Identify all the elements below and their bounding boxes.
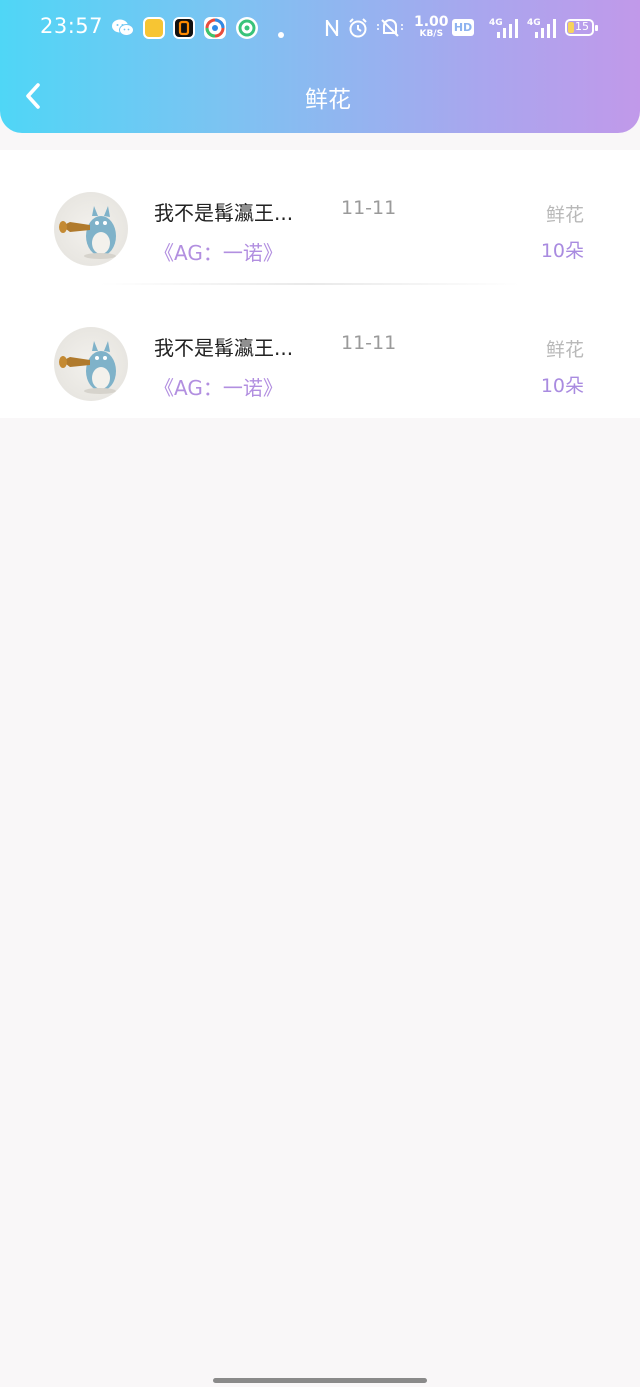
mute-icon xyxy=(375,17,405,43)
page-title: 鲜花 xyxy=(305,87,351,113)
app-header: 23:57 1.00 KB/S HD 4G 4G 15 鲜花 xyxy=(0,0,640,133)
wechat-icon xyxy=(111,17,135,43)
browser-app-icon xyxy=(204,17,226,39)
alarm-icon xyxy=(347,17,369,43)
user-name: 我不是髯瀛王... xyxy=(154,201,294,225)
avatar[interactable] xyxy=(54,192,128,266)
battery-level: 15 xyxy=(575,20,589,33)
record-date: 11-11 xyxy=(341,197,397,219)
green-app-icon xyxy=(236,17,258,39)
signal-icon-sim2: 4G xyxy=(526,16,558,44)
svg-text:4G: 4G xyxy=(527,18,541,28)
avatar[interactable] xyxy=(54,327,128,401)
net-speed: 1.00 KB/S xyxy=(414,14,449,39)
gift-type: 鲜花 xyxy=(545,204,584,226)
signal-icon-sim1: 4G xyxy=(488,16,520,44)
book-title[interactable]: 《AG：一诺》 xyxy=(154,237,283,266)
gift-count: 10朵 xyxy=(540,375,584,397)
orange-app-icon xyxy=(173,17,195,39)
gift-type: 鲜花 xyxy=(545,339,584,361)
record-date: 11-11 xyxy=(341,332,397,354)
book-title[interactable]: 《AG：一诺》 xyxy=(154,372,283,401)
list-item[interactable]: 我不是髯瀛王... 11-11 《AG：一诺》 鲜花 10朵 xyxy=(0,150,640,285)
gift-record-list: 我不是髯瀛王... 11-11 《AG：一诺》 鲜花 10朵 我不是髯瀛王...… xyxy=(0,150,640,418)
home-indicator[interactable] xyxy=(213,1378,427,1383)
user-name: 我不是髯瀛王... xyxy=(154,336,294,360)
nfc-icon xyxy=(324,17,340,43)
notes-app-icon xyxy=(143,17,165,39)
hd-badge: HD xyxy=(452,19,474,36)
gift-count: 10朵 xyxy=(540,240,584,262)
status-time: 23:57 xyxy=(40,14,104,38)
battery-icon: 15 xyxy=(565,19,598,36)
svg-text:4G: 4G xyxy=(489,18,503,28)
list-item[interactable]: 我不是髯瀛王... 11-11 《AG：一诺》 鲜花 10朵 xyxy=(0,285,640,419)
dot-icon xyxy=(277,24,285,43)
status-bar: 23:57 1.00 KB/S HD 4G 4G 15 xyxy=(0,0,640,56)
